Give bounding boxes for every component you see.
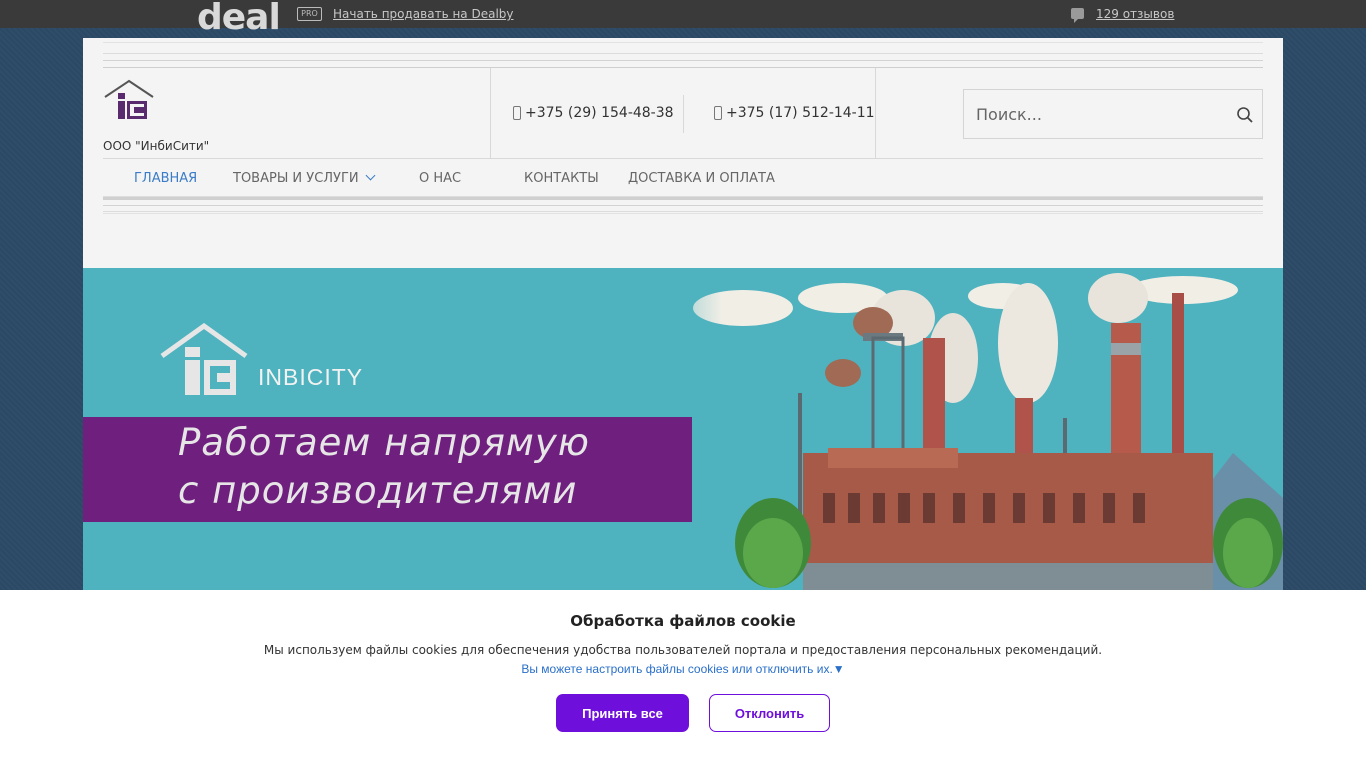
cookie-description: Мы используем файлы cookies для обеспече… — [263, 643, 1103, 657]
cookie-consent-panel: Обработка файлов cookie Мы используем фа… — [0, 590, 1366, 768]
company-name: ООО "ИнбиСити" — [103, 139, 210, 153]
decorative-stripes-top — [103, 42, 1263, 68]
search-box — [963, 89, 1263, 139]
company-logo[interactable] — [103, 79, 155, 125]
search-input[interactable] — [964, 90, 1224, 138]
search-icon[interactable] — [1236, 106, 1254, 124]
cookie-settings-link[interactable]: Вы можете настроить файлы cookies или от… — [0, 662, 1366, 676]
phone-2[interactable]: +375 (17) 512-14-11 — [714, 105, 875, 121]
nav-item-home[interactable]: Главная — [134, 171, 197, 186]
decorative-stripes-bottom — [103, 196, 1263, 214]
page-container: ООО "ИнбиСити" +375 (29) 154-48-38 +375 … — [83, 38, 1283, 590]
nav-item-products-label: Товары и услуги — [233, 171, 359, 186]
inbicity-banner-logo — [160, 323, 248, 395]
header-divider — [490, 68, 491, 159]
decline-button[interactable]: Отклонить — [709, 694, 830, 732]
top-bar: deal PRO Начать продавать на Dealby 129 … — [0, 0, 1366, 38]
comment-icon — [1071, 8, 1084, 23]
accept-all-button[interactable]: Принять все — [556, 694, 689, 732]
chevron-down-icon — [365, 170, 376, 181]
header-divider — [875, 68, 876, 159]
phone-1-number: +375 (29) 154-48-38 — [525, 105, 674, 121]
slogan-line-1: Работаем напрямую — [178, 421, 590, 464]
reviews-link[interactable]: 129 отзывов — [1096, 7, 1174, 21]
banner-brand: INBICITY — [258, 364, 364, 390]
deal-logo[interactable]: deal — [197, 0, 281, 38]
phone-1[interactable]: +375 (29) 154-48-38 — [513, 105, 674, 121]
hero-banner[interactable]: INBICITY Работаем напрямую с производите… — [83, 268, 1283, 590]
phone-divider — [683, 95, 684, 133]
slogan-band: Работаем напрямую с производителями — [83, 417, 692, 522]
nav-item-contacts[interactable]: Контакты — [524, 171, 599, 186]
mobile-phone-icon — [714, 106, 722, 120]
nav-item-about[interactable]: О нас — [419, 171, 461, 186]
slogan-line-2: с производителями — [178, 469, 578, 512]
nav-item-delivery[interactable]: Доставка и оплата — [628, 171, 775, 186]
nav-item-products[interactable]: Товары и услуги — [233, 170, 376, 186]
factory-illustration — [623, 268, 1283, 590]
header-separator — [103, 158, 1263, 159]
phone-2-number: +375 (17) 512-14-11 — [726, 105, 875, 121]
pro-badge: PRO — [297, 7, 322, 21]
start-selling-link[interactable]: Начать продавать на Dealby — [333, 7, 514, 21]
cookie-title: Обработка файлов cookie — [570, 612, 796, 630]
mobile-phone-icon — [513, 106, 521, 120]
